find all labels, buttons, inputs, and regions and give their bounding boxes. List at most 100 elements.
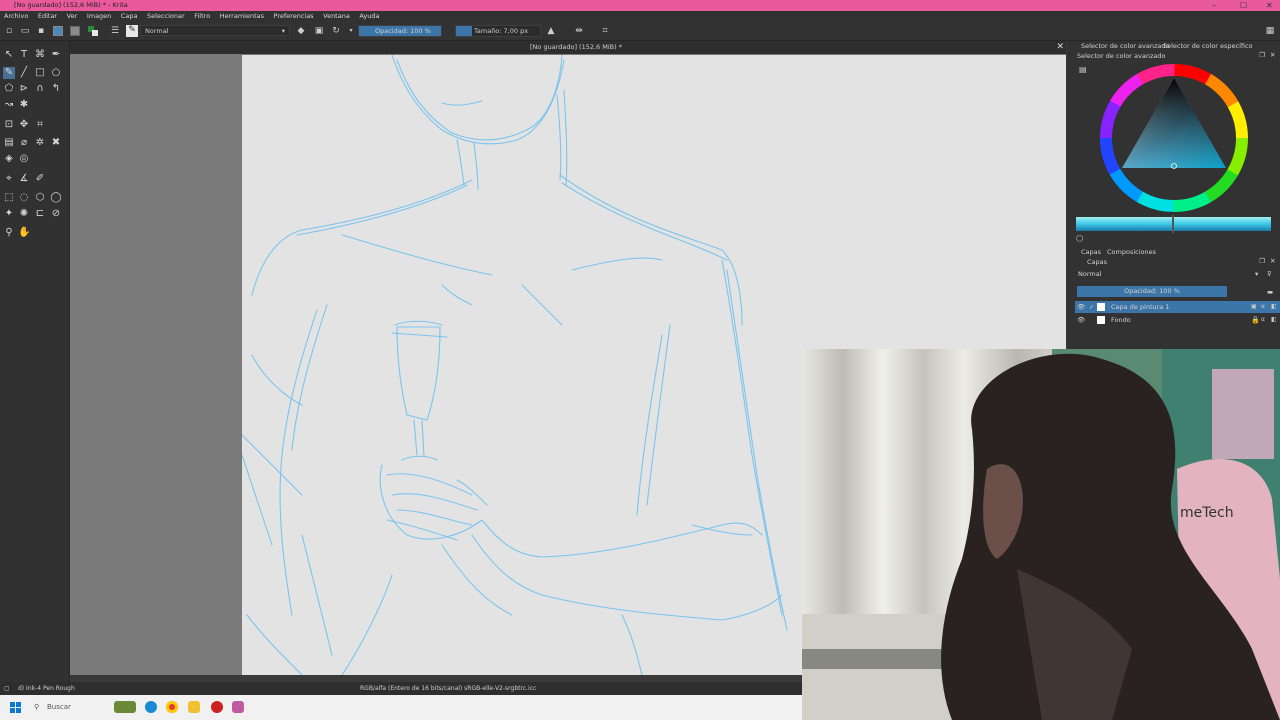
file-explorer-icon[interactable] bbox=[188, 701, 200, 713]
polygon-tool-icon[interactable]: ⬠ bbox=[3, 83, 15, 95]
krita-icon[interactable] bbox=[232, 701, 244, 713]
filter-icon[interactable]: ⊽ bbox=[1267, 269, 1272, 279]
polygon-select-icon[interactable]: ⬡ bbox=[34, 192, 46, 204]
inherit-alpha-icon[interactable]: α bbox=[1261, 314, 1265, 326]
calligraphy-icon[interactable]: ✒ bbox=[50, 49, 62, 61]
colorize-mask-icon[interactable]: ✖ bbox=[50, 137, 62, 149]
opacity-slider[interactable]: Opacidad: 100 % bbox=[358, 25, 442, 37]
menu-seleccionar[interactable]: Seleccionar bbox=[147, 11, 185, 22]
close-document-icon[interactable]: ✕ bbox=[1056, 41, 1064, 54]
eye-icon[interactable]: 👁 bbox=[1077, 301, 1085, 313]
menu-herramientas[interactable]: Herramientas bbox=[220, 11, 264, 22]
reload-preset-icon[interactable]: ↻ bbox=[331, 26, 341, 36]
zoom-tool-icon[interactable]: ⚲ bbox=[3, 227, 15, 239]
close-window-button[interactable]: ✕ bbox=[1266, 0, 1273, 11]
freehand-select-icon[interactable]: ◯ bbox=[50, 192, 62, 204]
tab-layers[interactable]: Capas bbox=[1081, 247, 1101, 257]
pressure-icon[interactable]: ▲ bbox=[546, 26, 556, 36]
workspace-icon[interactable]: ▦ bbox=[1265, 26, 1275, 36]
layer-row[interactable]: 👁 ✓ Capa de pintura 1 ▣ α ◧ bbox=[1075, 301, 1280, 313]
ellipse-tool-icon[interactable]: ○ bbox=[50, 67, 62, 79]
mirror-horizontal-icon[interactable]: ⇹ bbox=[574, 26, 584, 36]
reset-color-icon[interactable]: ◯ bbox=[1076, 233, 1083, 243]
layer-blend-mode[interactable]: Normal bbox=[1078, 269, 1102, 279]
color-wheel[interactable] bbox=[1097, 61, 1252, 216]
transform-tool-icon[interactable]: ⊡ bbox=[3, 119, 15, 131]
float-layers-icon[interactable]: ❐ bbox=[1259, 256, 1265, 266]
gradient-tool-icon[interactable]: ▤ bbox=[3, 137, 15, 149]
inherit-alpha-icon[interactable]: α bbox=[1261, 301, 1265, 313]
color-swap-icon[interactable] bbox=[88, 26, 98, 36]
line-tool-icon[interactable]: ╱ bbox=[18, 67, 30, 79]
polyline-tool-icon[interactable]: ⊳ bbox=[18, 83, 30, 95]
color-selector-settings-icon[interactable]: ▤ bbox=[1079, 65, 1087, 75]
blend-mode-select[interactable]: Normal ▾ bbox=[140, 25, 290, 36]
close-layers-icon[interactable]: ✕ bbox=[1270, 256, 1275, 266]
crop-tool-icon[interactable]: ⌗ bbox=[34, 119, 46, 131]
tab-advanced-color-selector[interactable]: Selector de color avanzado bbox=[1081, 41, 1169, 51]
tab-compositions[interactable]: Composiciones bbox=[1107, 247, 1156, 257]
gradient-icon[interactable] bbox=[70, 26, 80, 36]
bezier-tool-icon[interactable]: ∩ bbox=[34, 83, 46, 95]
menu-ayuda[interactable]: Ayuda bbox=[359, 11, 379, 22]
menu-preferencias[interactable]: Preferencias bbox=[274, 11, 314, 22]
document-tab[interactable]: [No guardado] (152,6 MiB) * ✕ bbox=[70, 41, 1066, 54]
save-icon[interactable]: ▪ bbox=[36, 26, 46, 36]
menu-ventana[interactable]: Ventana bbox=[323, 11, 350, 22]
layer-options-icon[interactable]: ▬ bbox=[1267, 287, 1273, 297]
tab-specific-color-selector[interactable]: Selector de color específico bbox=[1163, 41, 1253, 51]
taskbar-search[interactable]: ⚲ Buscar bbox=[28, 700, 108, 715]
edit-shapes-icon[interactable]: ⌘ bbox=[34, 49, 46, 61]
assistant-tool-icon[interactable]: ⌖ bbox=[3, 173, 15, 185]
lock-icon[interactable]: 🔒 bbox=[1251, 314, 1260, 326]
fill-tool-icon[interactable]: ◈ bbox=[3, 153, 15, 165]
text-tool-icon[interactable]: T bbox=[18, 49, 30, 61]
rectangle-tool-icon[interactable]: □ bbox=[34, 67, 46, 79]
more-options-icon[interactable]: ▾ bbox=[346, 26, 356, 36]
brush-settings-icon[interactable]: ☰ bbox=[110, 26, 120, 36]
check-icon[interactable]: ✓ bbox=[1089, 301, 1094, 313]
menu-archivo[interactable]: Archivo bbox=[4, 11, 28, 22]
close-docker-icon[interactable]: ✕ bbox=[1270, 50, 1275, 60]
menu-editar[interactable]: Editar bbox=[38, 11, 57, 22]
wrap-around-icon[interactable]: ⌗ bbox=[600, 26, 610, 36]
color-picker-icon[interactable]: ⌀ bbox=[18, 137, 30, 149]
enclose-fill-icon[interactable]: ◎ bbox=[18, 153, 30, 165]
preserve-alpha-icon[interactable]: ▣ bbox=[314, 26, 324, 36]
freehand-brush-icon[interactable]: ✎ bbox=[3, 67, 15, 79]
measure-tool-icon[interactable]: ∡ bbox=[18, 173, 30, 185]
reference-images-icon[interactable]: ✐ bbox=[34, 173, 46, 185]
float-docker-icon[interactable]: ❐ bbox=[1259, 50, 1265, 60]
edge-icon[interactable] bbox=[145, 701, 157, 713]
multibrush-icon[interactable]: ✱ bbox=[18, 99, 30, 111]
move-tool-icon[interactable]: ✥ bbox=[18, 119, 30, 131]
dynamic-brush-icon[interactable]: ↝ bbox=[3, 99, 15, 111]
similar-select-icon[interactable]: ✺ bbox=[18, 208, 30, 220]
new-document-icon[interactable]: ▫ bbox=[4, 26, 14, 36]
menu-filtro[interactable]: Filtro bbox=[194, 11, 210, 22]
layer-lock-icon[interactable]: ◧ bbox=[1271, 301, 1277, 313]
fill-pattern-icon[interactable] bbox=[53, 26, 63, 36]
menu-capa[interactable]: Capa bbox=[121, 11, 138, 22]
shade-slider-handle[interactable] bbox=[1172, 215, 1174, 233]
widgets-icon[interactable] bbox=[114, 701, 136, 713]
minimize-button[interactable]: – bbox=[1212, 0, 1216, 11]
maximize-button[interactable]: ☐ bbox=[1240, 0, 1247, 11]
chrome-icon[interactable] bbox=[166, 701, 178, 713]
menu-imagen[interactable]: Imagen bbox=[87, 11, 111, 22]
magnetic-select-icon[interactable]: ⊘ bbox=[50, 208, 62, 220]
bezier-select-icon[interactable]: ⊏ bbox=[34, 208, 46, 220]
app-icon[interactable] bbox=[211, 701, 223, 713]
menu-ver[interactable]: Ver bbox=[67, 11, 78, 22]
rect-select-icon[interactable]: ⬚ bbox=[3, 192, 15, 204]
ellipse-select-icon[interactable]: ◌ bbox=[18, 192, 30, 204]
windows-start-icon[interactable] bbox=[10, 702, 21, 713]
contiguous-select-icon[interactable]: ✦ bbox=[3, 208, 15, 220]
smart-patch-icon[interactable]: ✲ bbox=[34, 137, 46, 149]
size-slider[interactable]: Tamaño: 7,00 px bbox=[455, 25, 541, 37]
layer-row[interactable]: 👁 Fondo 🔒 α ◧ bbox=[1075, 314, 1280, 326]
brush-preset-icon[interactable]: ✎ bbox=[126, 25, 138, 37]
layer-lock-icon[interactable]: ◧ bbox=[1271, 314, 1277, 326]
select-shapes-icon[interactable]: ↖ bbox=[3, 49, 15, 61]
eraser-mode-icon[interactable]: ◆ bbox=[296, 26, 306, 36]
